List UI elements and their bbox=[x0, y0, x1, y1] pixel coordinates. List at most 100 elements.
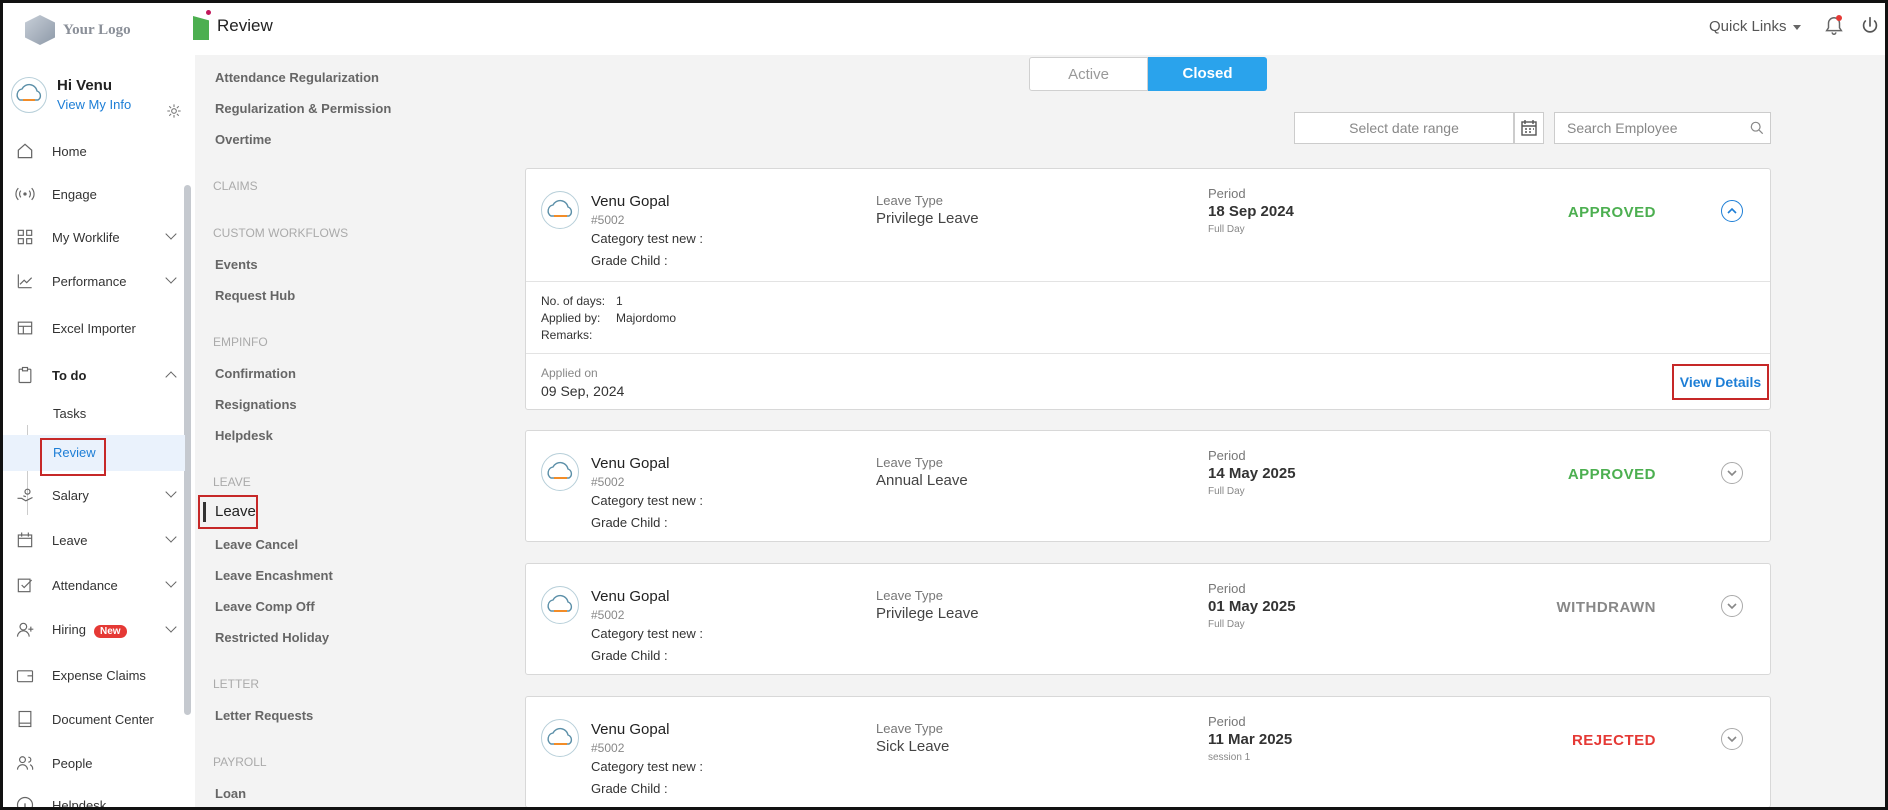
menu-item-leave-cancel[interactable]: Leave Cancel bbox=[215, 537, 298, 552]
applied-on-value: 09 Sep, 2024 bbox=[541, 383, 625, 399]
menu-item-confirmation[interactable]: Confirmation bbox=[215, 366, 296, 381]
quick-links-dropdown[interactable]: Quick Links bbox=[1709, 18, 1801, 35]
sidebar-item-label: Hiring New bbox=[52, 622, 127, 638]
calendar-button[interactable] bbox=[1514, 112, 1544, 144]
logo-cube-icon bbox=[25, 15, 55, 45]
sidebar-item-label: Helpdesk bbox=[52, 797, 107, 810]
menu-item-overtime[interactable]: Overtime bbox=[215, 132, 271, 147]
new-badge: New bbox=[93, 625, 127, 638]
gear-icon[interactable] bbox=[166, 103, 182, 119]
menu-item-loan[interactable]: Loan bbox=[215, 786, 246, 801]
menu-item-events[interactable]: Events bbox=[215, 257, 258, 272]
employee-id: #5002 bbox=[591, 608, 625, 622]
people-icon bbox=[16, 756, 34, 770]
calendar-icon bbox=[1521, 120, 1537, 136]
menu-item-request-hub[interactable]: Request Hub bbox=[215, 288, 295, 303]
employee-id: #5002 bbox=[591, 741, 625, 755]
menu-heading-claims: CLAIMS bbox=[213, 179, 258, 193]
menu-item-restricted-holiday[interactable]: Restricted Holiday bbox=[215, 630, 329, 645]
leave-type-value: Annual Leave bbox=[876, 472, 968, 489]
tab-active[interactable]: Active bbox=[1029, 57, 1148, 91]
employee-name[interactable]: Venu Gopal bbox=[591, 193, 669, 210]
menu-heading-custom-workflows: CUSTOM WORKFLOWS bbox=[213, 226, 349, 240]
sidebar-subitem-tasks[interactable]: Tasks bbox=[3, 396, 185, 432]
cloud-avatar-icon bbox=[547, 727, 573, 745]
sidebar-item-attendance[interactable]: Attendance bbox=[3, 567, 185, 603]
menu-item-leave-encashment[interactable]: Leave Encashment bbox=[215, 568, 333, 583]
highlight-box-review bbox=[40, 438, 106, 476]
chevron-down-icon bbox=[1727, 470, 1737, 477]
menu-heading-payroll: PAYROLL bbox=[213, 755, 267, 769]
leave-request-card: Venu Gopal #5002 Category test new : Gra… bbox=[525, 430, 1771, 542]
view-my-info-link[interactable]: View My Info bbox=[57, 97, 131, 112]
sidebar-item-label: My Worklife bbox=[52, 229, 120, 245]
sidebar-item-leave[interactable]: Leave bbox=[3, 522, 185, 558]
sidebar-item-label: Performance bbox=[52, 273, 127, 289]
menu-item-regularization-permission[interactable]: Regularization & Permission bbox=[215, 101, 391, 116]
avatar[interactable] bbox=[11, 77, 47, 113]
leave-type-heading: Leave Type bbox=[876, 455, 943, 470]
menu-item-attendance-regularization[interactable]: Attendance Regularization bbox=[215, 70, 379, 85]
sidebar-item-hiring[interactable]: Hiring New bbox=[3, 612, 185, 648]
sidebar-item-people[interactable]: People bbox=[3, 745, 185, 781]
sidebar-item-helpdesk[interactable]: Helpdesk bbox=[3, 787, 185, 810]
sidebar-item-performance[interactable]: Performance bbox=[3, 263, 185, 299]
checklist-icon bbox=[17, 578, 33, 593]
period-heading: Period bbox=[1208, 186, 1246, 201]
menu-item-resignations[interactable]: Resignations bbox=[215, 397, 297, 412]
top-bar: Your Logo Review Quick Links bbox=[3, 3, 1885, 55]
chevron-up-icon bbox=[1727, 207, 1737, 214]
employee-id: #5002 bbox=[591, 213, 625, 227]
tab-closed[interactable]: Closed bbox=[1148, 57, 1267, 91]
grade-label: Grade Child : bbox=[591, 515, 668, 530]
avatar bbox=[541, 586, 579, 624]
sidebar-subitem-label: Tasks bbox=[53, 406, 87, 421]
period-session: session 1 bbox=[1208, 752, 1251, 763]
employee-name[interactable]: Venu Gopal bbox=[591, 588, 669, 605]
user-plus-icon bbox=[16, 622, 34, 637]
menu-item-helpdesk[interactable]: Helpdesk bbox=[215, 428, 273, 443]
logo[interactable]: Your Logo bbox=[25, 15, 131, 45]
sidebar-item-label: To do bbox=[52, 367, 87, 383]
employee-name[interactable]: Venu Gopal bbox=[591, 721, 669, 738]
sidebar-item-label: Salary bbox=[52, 487, 89, 503]
grade-label: Grade Child : bbox=[591, 781, 668, 796]
view-details-link[interactable]: View Details bbox=[1672, 364, 1769, 400]
menu-item-letter-requests[interactable]: Letter Requests bbox=[215, 708, 313, 723]
sidebar-item-label: Document Center bbox=[52, 711, 154, 727]
sidebar-item-to-do[interactable]: To do bbox=[3, 357, 185, 393]
collapse-button[interactable] bbox=[1721, 200, 1743, 222]
expand-button[interactable] bbox=[1721, 728, 1743, 750]
sidebar-item-label: Expense Claims bbox=[52, 667, 146, 683]
search-employee-input[interactable]: Search Employee bbox=[1554, 112, 1771, 144]
card-divider bbox=[526, 353, 1770, 354]
period-value: 01 May 2025 bbox=[1208, 598, 1296, 615]
logo-text: Your Logo bbox=[63, 21, 131, 38]
period-session: Full Day bbox=[1208, 619, 1245, 630]
period-heading: Period bbox=[1208, 448, 1246, 463]
review-main-panel: Active Closed Select date range Search E… bbox=[495, 55, 1885, 807]
sidebar-item-document-center[interactable]: Document Center bbox=[3, 701, 185, 737]
grade-label: Grade Child : bbox=[591, 648, 668, 663]
menu-item-leave-comp-off[interactable]: Leave Comp Off bbox=[215, 599, 315, 614]
sidebar-item-engage[interactable]: Engage bbox=[3, 176, 185, 212]
sidebar-item-expense-claims[interactable]: Expense Claims bbox=[3, 657, 185, 693]
sidebar-item-salary[interactable]: Salary bbox=[3, 477, 185, 513]
sidebar-scrollbar[interactable] bbox=[184, 185, 191, 715]
power-icon[interactable] bbox=[1859, 15, 1881, 37]
chevron-down-icon bbox=[1727, 603, 1737, 610]
money-hand-icon bbox=[17, 488, 33, 502]
employee-name[interactable]: Venu Gopal bbox=[591, 455, 669, 472]
search-icon[interactable] bbox=[1750, 121, 1764, 135]
sidebar-item-excel-importer[interactable]: Excel Importer bbox=[3, 310, 185, 346]
expand-button[interactable] bbox=[1721, 595, 1743, 617]
sidebar-item-my-worklife[interactable]: My Worklife bbox=[3, 219, 185, 255]
document-icon bbox=[18, 710, 32, 728]
expand-button[interactable] bbox=[1721, 462, 1743, 484]
chevron-down-icon bbox=[165, 531, 177, 543]
period-session: Full Day bbox=[1208, 486, 1245, 497]
sidebar-item-home[interactable]: Home bbox=[3, 133, 185, 169]
applied-by-value: Majordomo bbox=[616, 311, 677, 325]
date-range-input[interactable]: Select date range bbox=[1294, 112, 1514, 144]
status-tabs: Active Closed bbox=[1029, 57, 1267, 91]
